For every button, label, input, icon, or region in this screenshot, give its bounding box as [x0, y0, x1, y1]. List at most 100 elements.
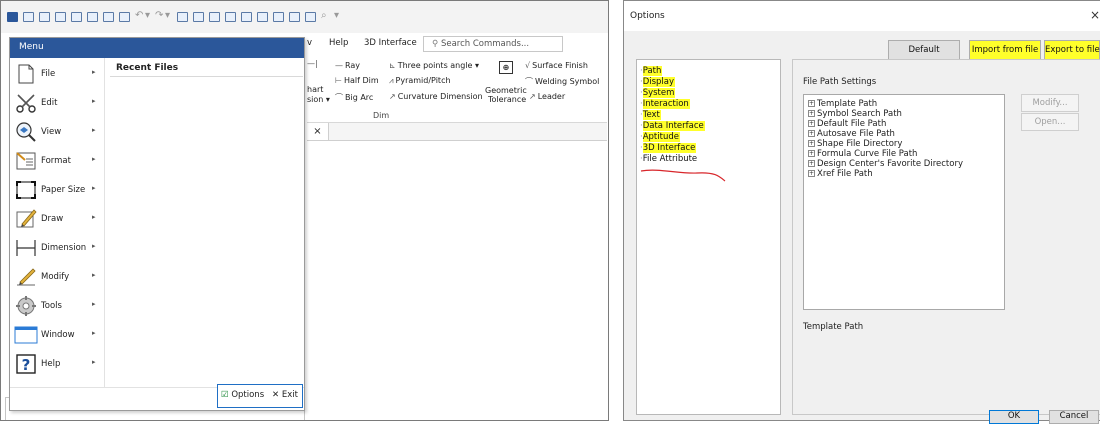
- open-button[interactable]: Open...: [1021, 113, 1079, 131]
- save-as-icon[interactable]: [103, 12, 114, 22]
- path-item-default-file[interactable]: + Default File Path: [808, 119, 886, 129]
- menu-item-paper-size[interactable]: Paper Size ▸: [10, 176, 104, 204]
- redo-dropdown-icon[interactable]: ▾: [165, 10, 171, 21]
- search-commands-input[interactable]: ⚲ Search Commands...: [423, 36, 563, 52]
- ray-icon: —: [335, 61, 343, 70]
- menu-footer-buttons: ☑ Options ✕ Exit: [217, 384, 303, 408]
- tree-item-aptitude[interactable]: ·Aptitude: [640, 132, 680, 143]
- menu-item-draw[interactable]: Draw ▸: [10, 205, 104, 233]
- tree-item-label: System: [642, 88, 676, 98]
- tree-item-file-attribute[interactable]: ·File Attribute: [640, 154, 697, 165]
- tree-item-interaction[interactable]: ·Interaction: [640, 99, 690, 110]
- print-icon[interactable]: [119, 12, 130, 22]
- half-dim-button[interactable]: ⊢ Half Dim: [335, 76, 379, 85]
- ray-button[interactable]: — Ray: [335, 61, 360, 70]
- menu-item-tools[interactable]: Tools ▸: [10, 292, 104, 320]
- path-item-autosave[interactable]: + Autosave File Path: [808, 129, 895, 139]
- tree-item-label: 3D Interface: [642, 143, 697, 153]
- half-dim-label: Half Dim: [343, 76, 379, 85]
- import-from-file-button[interactable]: Import from file: [969, 40, 1041, 60]
- dimension-partial-label[interactable]: sion ▾: [307, 95, 330, 104]
- tab-3d-interface[interactable]: 3D Interface: [364, 38, 417, 48]
- save-icon[interactable]: [87, 12, 98, 22]
- export-to-file-button[interactable]: Export to file: [1044, 40, 1100, 60]
- welding-symbol-button[interactable]: ⌒ Welding Symbol: [525, 76, 599, 87]
- welding-symbol-label: Welding Symbol: [535, 77, 600, 86]
- line-icon[interactable]: [225, 12, 236, 22]
- redo-icon[interactable]: ↷: [155, 10, 163, 21]
- modify-button[interactable]: Modify...: [1021, 94, 1079, 112]
- curvature-dimension-label: Curvature Dimension: [397, 92, 483, 101]
- menu-item-dimension[interactable]: Dimension ▸: [10, 234, 104, 262]
- path-item-symbol-search[interactable]: + Symbol Search Path: [808, 109, 902, 119]
- geometric-tolerance-line1[interactable]: Geometric: [485, 86, 527, 95]
- close-file-icon[interactable]: [55, 12, 66, 22]
- menu-item-window[interactable]: Window ▸: [10, 321, 104, 349]
- path-item-label: Template Path: [817, 99, 878, 109]
- selected-path-label: Template Path: [803, 322, 864, 332]
- chevron-right-icon: ▸: [92, 97, 96, 105]
- modify-icon: [17, 268, 36, 286]
- block-icon[interactable]: [241, 12, 252, 22]
- big-arc-button[interactable]: ⌒ Big Arc: [335, 92, 373, 103]
- pyramid-pitch-button[interactable]: ⩘ Pyramid/Pitch: [389, 76, 451, 86]
- document-tab-close[interactable]: ×: [307, 123, 329, 140]
- leader-button[interactable]: ↗ Leader: [529, 92, 565, 101]
- default-button[interactable]: Default: [888, 40, 960, 60]
- tree-item-text[interactable]: ·Text: [640, 110, 661, 121]
- layers-icon[interactable]: [209, 12, 220, 22]
- chevron-right-icon: ▸: [92, 126, 96, 134]
- tree-item-path[interactable]: ·Path: [640, 66, 663, 77]
- measure-icon[interactable]: [273, 12, 284, 22]
- recent-files-divider: [110, 76, 303, 77]
- menu-item-label: Edit: [41, 98, 58, 108]
- qat-customize-icon[interactable]: ▾: [334, 10, 340, 21]
- tab-view[interactable]: v: [307, 38, 312, 48]
- three-points-angle-button[interactable]: ⊾ Three points angle ▾: [389, 61, 479, 70]
- chart-partial-label[interactable]: hart: [307, 85, 323, 94]
- menu-item-file[interactable]: File ▸: [10, 60, 104, 88]
- menu-item-modify[interactable]: Modify ▸: [10, 263, 104, 291]
- library-icon[interactable]: [257, 12, 268, 22]
- settings-panel: File Path Settings + Template Path + Symbo…: [792, 59, 1100, 415]
- app-logo-icon[interactable]: [7, 12, 18, 22]
- surface-finish-button[interactable]: √ Surface Finish: [525, 61, 588, 70]
- menu-item-format[interactable]: Format ▸: [10, 147, 104, 175]
- menu-item-help[interactable]: ? Help ▸: [10, 350, 104, 378]
- table-icon[interactable]: [305, 12, 316, 22]
- geometric-tolerance-icon[interactable]: ⊕: [499, 61, 513, 74]
- recent-icon[interactable]: [71, 12, 82, 22]
- undo-dropdown-icon[interactable]: ▾: [145, 10, 151, 21]
- path-item-formula-curve[interactable]: + Formula Curve File Path: [808, 149, 917, 159]
- tree-item-system[interactable]: ·System: [640, 88, 676, 99]
- menu-item-view[interactable]: View ▸: [10, 118, 104, 146]
- search-icon: ⚲: [432, 39, 441, 49]
- geometric-tolerance-line2[interactable]: Tolerance: [488, 95, 526, 104]
- tree-item-3d-interface[interactable]: ·3D Interface: [640, 143, 697, 154]
- tree-item-data-interface[interactable]: ·Data Interface: [640, 121, 705, 132]
- close-icon[interactable]: ×: [1090, 8, 1100, 22]
- properties-icon[interactable]: [193, 12, 204, 22]
- tab-help[interactable]: Help: [329, 38, 348, 48]
- new-icon[interactable]: [23, 12, 34, 22]
- file-icon: [18, 64, 34, 84]
- menu-item-edit[interactable]: Edit ▸: [10, 89, 104, 117]
- path-item-design-center[interactable]: + Design Center's Favorite Directory: [808, 159, 963, 169]
- exit-button[interactable]: ✕ Exit: [272, 390, 298, 400]
- chevron-right-icon: ▸: [92, 358, 96, 366]
- curvature-dimension-button[interactable]: ↗ Curvature Dimension: [389, 92, 483, 101]
- ok-button[interactable]: OK: [989, 410, 1039, 424]
- image-icon[interactable]: [289, 12, 300, 22]
- path-item-shape-file[interactable]: + Shape File Directory: [808, 139, 902, 149]
- options-button[interactable]: ☑ Options: [221, 390, 264, 400]
- check-icon[interactable]: [177, 12, 188, 22]
- leader-icon: ↗: [529, 92, 536, 101]
- path-item-template[interactable]: + Template Path: [808, 99, 877, 109]
- tree-item-display[interactable]: ·Display: [640, 77, 676, 88]
- cancel-button[interactable]: Cancel: [1049, 410, 1099, 424]
- three-points-angle-label: Three points angle: [397, 61, 473, 70]
- zoom-icon[interactable]: ⌕: [321, 10, 327, 21]
- open-icon[interactable]: [39, 12, 50, 22]
- path-item-xref[interactable]: + Xref File Path: [808, 169, 873, 179]
- undo-icon[interactable]: ↶: [135, 10, 143, 21]
